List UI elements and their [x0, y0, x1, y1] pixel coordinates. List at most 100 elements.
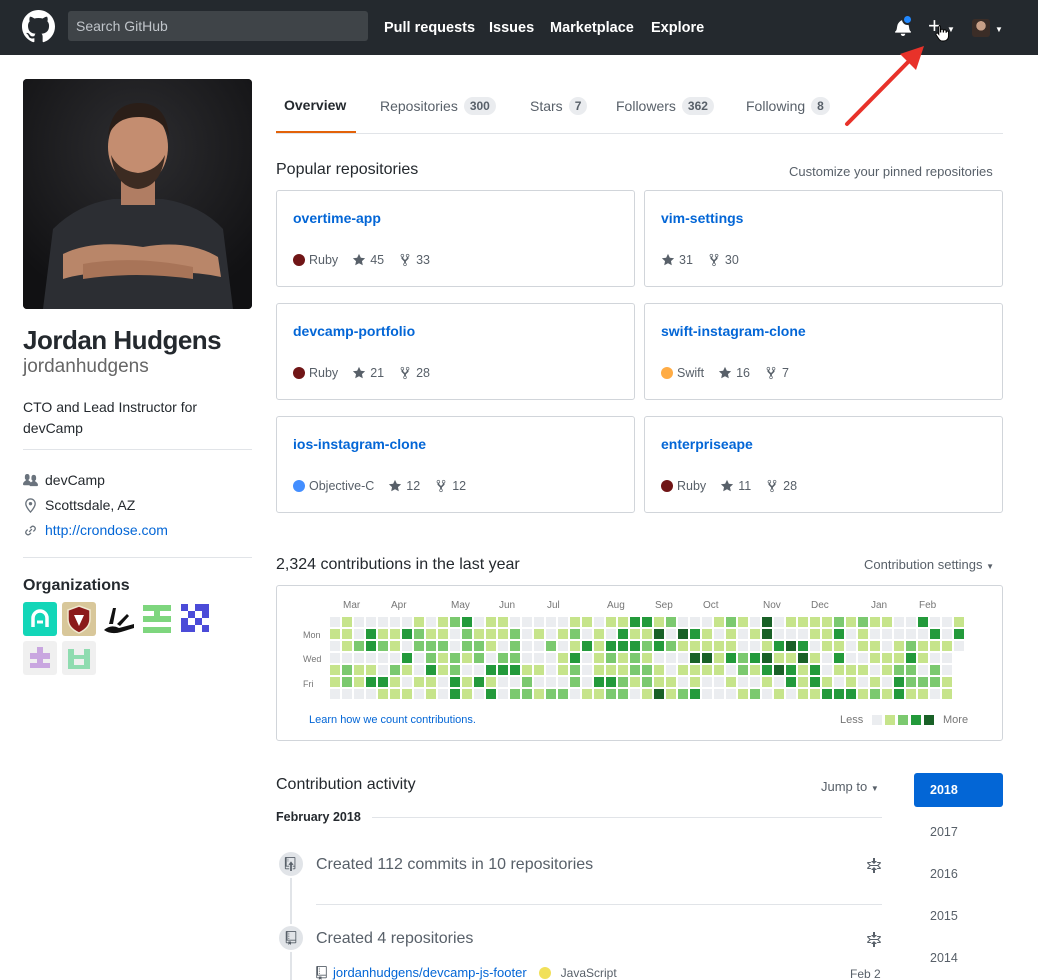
contribution-day-cell[interactable] [930, 689, 940, 699]
year-2015-button[interactable]: 2015 [914, 899, 1003, 933]
contribution-day-cell[interactable] [426, 617, 436, 627]
contribution-day-cell[interactable] [762, 677, 772, 687]
contribution-day-cell[interactable] [606, 617, 616, 627]
contribution-day-cell[interactable] [630, 653, 640, 663]
contribution-day-cell[interactable] [822, 617, 832, 627]
contribution-day-cell[interactable] [954, 641, 964, 651]
contribution-day-cell[interactable] [402, 641, 412, 651]
contribution-day-cell[interactable] [846, 677, 856, 687]
chevron-down-icon[interactable]: ▼ [995, 25, 1003, 34]
contribution-day-cell[interactable] [630, 689, 640, 699]
contribution-day-cell[interactable] [438, 617, 448, 627]
contribution-day-cell[interactable] [810, 653, 820, 663]
contribution-day-cell[interactable] [906, 629, 916, 639]
contribution-day-cell[interactable] [438, 641, 448, 651]
contribution-day-cell[interactable] [618, 617, 628, 627]
contribution-day-cell[interactable] [510, 677, 520, 687]
tab-overview[interactable]: Overview [284, 97, 346, 113]
contribution-day-cell[interactable] [870, 689, 880, 699]
repo-name-link[interactable]: devcamp-portfolio [293, 323, 415, 339]
contribution-day-cell[interactable] [522, 629, 532, 639]
contribution-day-cell[interactable] [750, 653, 760, 663]
contribution-day-cell[interactable] [558, 641, 568, 651]
contribution-day-cell[interactable] [510, 665, 520, 675]
contribution-day-cell[interactable] [438, 629, 448, 639]
contribution-day-cell[interactable] [630, 665, 640, 675]
contribution-day-cell[interactable] [810, 617, 820, 627]
contribution-day-cell[interactable] [774, 677, 784, 687]
contribution-day-cell[interactable] [474, 641, 484, 651]
contribution-day-cell[interactable] [846, 665, 856, 675]
contribution-day-cell[interactable] [918, 689, 928, 699]
contribution-day-cell[interactable] [378, 629, 388, 639]
contribution-day-cell[interactable] [438, 653, 448, 663]
contribution-day-cell[interactable] [582, 653, 592, 663]
contribution-day-cell[interactable] [702, 617, 712, 627]
contribution-day-cell[interactable] [942, 629, 952, 639]
contribution-day-cell[interactable] [354, 665, 364, 675]
contribution-day-cell[interactable] [642, 629, 652, 639]
contribution-day-cell[interactable] [570, 629, 580, 639]
pinned-repo-card[interactable]: devcamp-portfolio Ruby 21 28 [276, 303, 635, 400]
org-avatar-7[interactable] [62, 641, 96, 675]
contribution-day-cell[interactable] [822, 653, 832, 663]
contribution-day-cell[interactable] [750, 689, 760, 699]
contribution-day-cell[interactable] [702, 677, 712, 687]
contribution-day-cell[interactable] [774, 617, 784, 627]
contribution-day-cell[interactable] [462, 677, 472, 687]
contribution-day-cell[interactable] [582, 641, 592, 651]
contribution-day-cell[interactable] [606, 665, 616, 675]
pinned-repo-card[interactable]: ios-instagram-clone Objective-C 12 12 [276, 416, 635, 513]
contribution-day-cell[interactable] [822, 641, 832, 651]
repo-forks[interactable]: 33 [398, 253, 430, 267]
contribution-day-cell[interactable] [414, 689, 424, 699]
contribution-day-cell[interactable] [474, 617, 484, 627]
contribution-day-cell[interactable] [510, 629, 520, 639]
contribution-day-cell[interactable] [798, 653, 808, 663]
contribution-day-cell[interactable] [402, 617, 412, 627]
contribution-day-cell[interactable] [930, 665, 940, 675]
contribution-day-cell[interactable] [726, 653, 736, 663]
contribution-day-cell[interactable] [486, 665, 496, 675]
contribution-day-cell[interactable] [594, 629, 604, 639]
contribution-day-cell[interactable] [438, 689, 448, 699]
contribution-day-cell[interactable] [666, 617, 676, 627]
contribution-day-cell[interactable] [618, 653, 628, 663]
contribution-day-cell[interactable] [582, 677, 592, 687]
contribution-day-cell[interactable] [726, 665, 736, 675]
contribution-day-cell[interactable] [330, 641, 340, 651]
repo-name-link[interactable]: swift-instagram-clone [661, 323, 806, 339]
contribution-day-cell[interactable] [426, 653, 436, 663]
contribution-day-cell[interactable] [462, 629, 472, 639]
contribution-day-cell[interactable] [474, 629, 484, 639]
contribution-day-cell[interactable] [654, 629, 664, 639]
contribution-day-cell[interactable] [414, 641, 424, 651]
contribution-day-cell[interactable] [330, 677, 340, 687]
contribution-day-cell[interactable] [546, 689, 556, 699]
contribution-day-cell[interactable] [882, 617, 892, 627]
contribution-day-cell[interactable] [462, 665, 472, 675]
contribution-day-cell[interactable] [702, 653, 712, 663]
contribution-day-cell[interactable] [738, 653, 748, 663]
contribution-day-cell[interactable] [450, 689, 460, 699]
contribution-day-cell[interactable] [558, 617, 568, 627]
year-2016-button[interactable]: 2016 [914, 857, 1003, 891]
contribution-day-cell[interactable] [462, 653, 472, 663]
contribution-day-cell[interactable] [858, 677, 868, 687]
contribution-day-cell[interactable] [390, 629, 400, 639]
contribution-day-cell[interactable] [846, 641, 856, 651]
contribution-day-cell[interactable] [642, 653, 652, 663]
repo-forks[interactable]: 28 [765, 479, 797, 493]
contribution-day-cell[interactable] [486, 617, 496, 627]
contribution-day-cell[interactable] [582, 629, 592, 639]
contribution-day-cell[interactable] [450, 617, 460, 627]
contribution-day-cell[interactable] [630, 677, 640, 687]
contribution-day-cell[interactable] [762, 617, 772, 627]
contribution-day-cell[interactable] [606, 629, 616, 639]
contribution-day-cell[interactable] [558, 653, 568, 663]
contribution-day-cell[interactable] [594, 653, 604, 663]
contribution-day-cell[interactable] [690, 641, 700, 651]
contribution-day-cell[interactable] [954, 629, 964, 639]
contribution-day-cell[interactable] [594, 689, 604, 699]
contribution-day-cell[interactable] [402, 665, 412, 675]
